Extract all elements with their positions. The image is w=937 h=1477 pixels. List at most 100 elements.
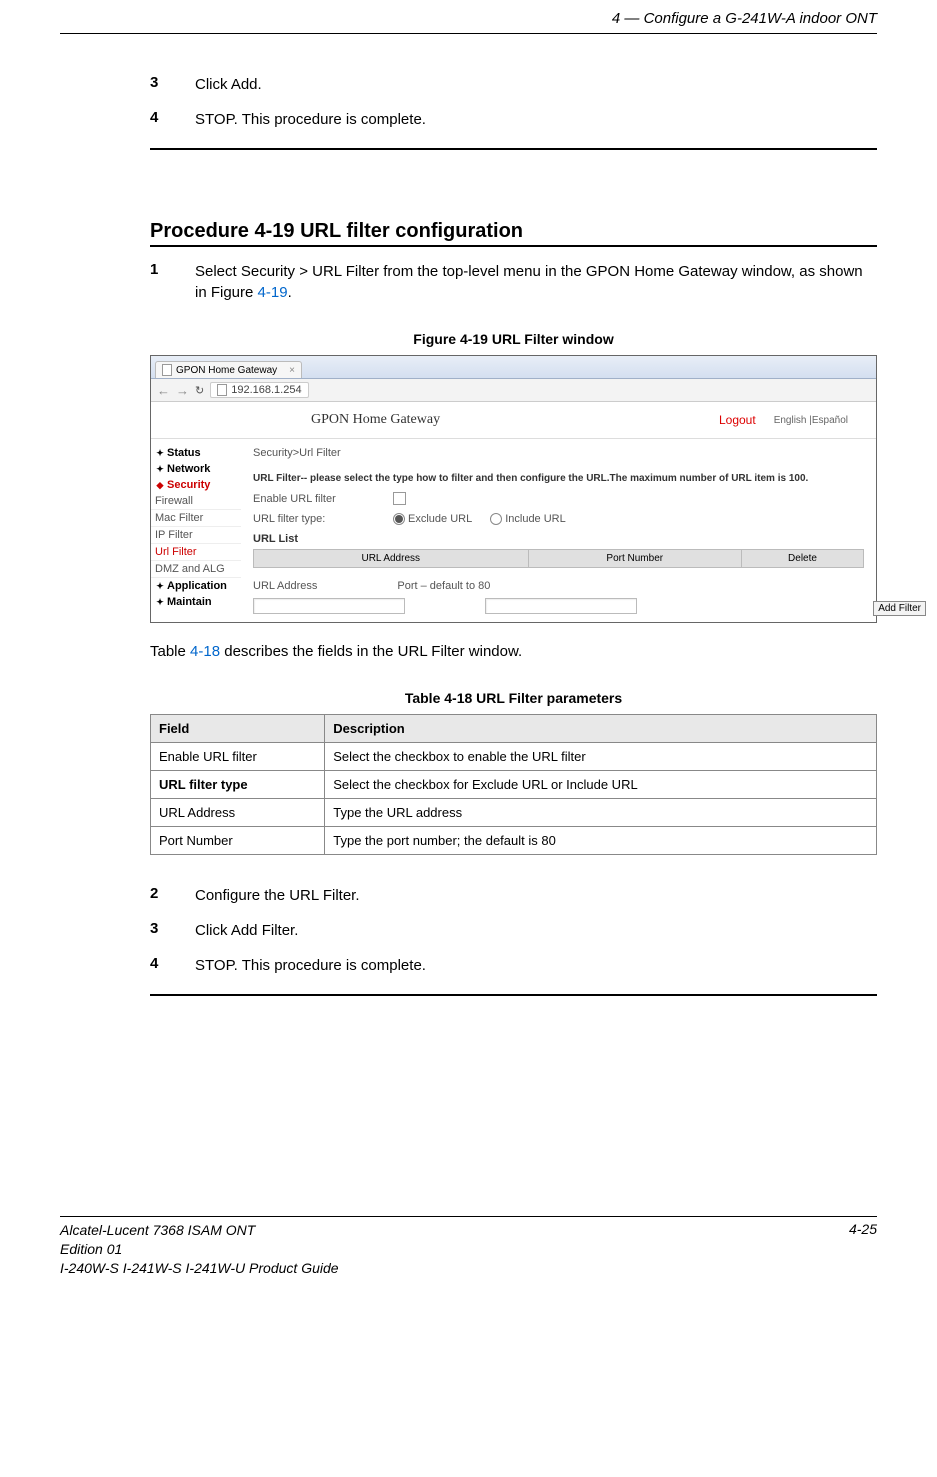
url-address-label: URL Address	[253, 580, 317, 592]
figure-screenshot: GPON Home Gateway × ← → ↻ 192.168.1.254 …	[150, 355, 877, 623]
table-row: Enable URL filter Select the checkbox to…	[151, 743, 877, 771]
table-row: Port Number Type the port number; the de…	[151, 827, 877, 855]
table-row: URL Address Type the URL address	[151, 799, 877, 827]
sidebar-label: Network	[167, 463, 210, 475]
parameters-table: Field Description Enable URL filter Sele…	[150, 714, 877, 855]
footer-rule	[60, 1216, 877, 1217]
step-text-post: .	[288, 284, 292, 301]
procedure-rule	[150, 245, 877, 247]
cell-field: URL Address	[151, 799, 325, 827]
expand-icon[interactable]: ✦	[155, 581, 165, 592]
th-field: Field	[151, 715, 325, 743]
cell-field: Port Number	[151, 827, 325, 855]
sidebar-item-status[interactable]: ✦Status	[151, 445, 241, 461]
step-number: 3	[150, 920, 195, 941]
step-text: STOP. This procedure is complete.	[195, 109, 877, 130]
expand-icon[interactable]: ✦	[155, 464, 165, 475]
table-intro-post: describes the fields in the URL Filter w…	[220, 643, 522, 660]
sidebar-item-network[interactable]: ✦Network	[151, 461, 241, 477]
footer-line1: Alcatel-Lucent 7368 ISAM ONT	[60, 1221, 339, 1240]
address-bar: ← → ↻ 192.168.1.254	[151, 379, 876, 402]
sidebar-sub-firewall[interactable]: Firewall	[151, 493, 241, 510]
reload-icon[interactable]: ↻	[195, 384, 204, 397]
input-fields-row	[253, 598, 864, 614]
port-default-label: Port – default to 80	[397, 580, 490, 592]
cell-description: Type the URL address	[325, 799, 877, 827]
sidebar-item-security[interactable]: ◆Security	[151, 477, 241, 493]
forward-icon[interactable]: →	[176, 383, 189, 398]
cell-description: Type the port number; the default is 80	[325, 827, 877, 855]
step-text: Click Add Filter.	[195, 920, 877, 941]
exclude-radio[interactable]	[393, 513, 405, 525]
browser-tab[interactable]: GPON Home Gateway ×	[155, 361, 302, 378]
include-radio[interactable]	[490, 513, 502, 525]
cell-description: Select the checkbox to enable the URL fi…	[325, 743, 877, 771]
cell-field: URL filter type	[151, 771, 325, 799]
step-item: 3 Click Add Filter.	[150, 920, 877, 941]
expand-icon[interactable]: ✦	[155, 448, 165, 459]
sidebar-item-maintain[interactable]: ✦Maintain	[151, 594, 241, 610]
port-input[interactable]	[485, 598, 637, 614]
type-label: URL filter type:	[253, 513, 393, 525]
section-end-rule	[150, 148, 877, 150]
sidebar-sub-dmz[interactable]: DMZ and ALG	[151, 561, 241, 578]
cell-description: Select the checkbox for Exclude URL or I…	[325, 771, 877, 799]
sidebar-label: Status	[167, 447, 201, 459]
page-footer: Alcatel-Lucent 7368 ISAM ONT Edition 01 …	[0, 1216, 937, 1278]
url-address-input[interactable]	[253, 598, 405, 614]
sidebar-label: Application	[167, 580, 227, 592]
step-text: STOP. This procedure is complete.	[195, 955, 877, 976]
back-icon[interactable]: ←	[157, 383, 170, 398]
type-row: URL filter type: Exclude URL Include URL	[253, 513, 864, 525]
browser-tabbar: GPON Home Gateway ×	[151, 356, 876, 379]
table-xref-link[interactable]: 4-18	[190, 643, 220, 660]
figure-xref-link[interactable]: 4-19	[258, 284, 288, 301]
page-icon	[162, 364, 172, 376]
collapse-icon[interactable]: ◆	[155, 480, 165, 491]
sidebar-sub-ipfilter[interactable]: IP Filter	[151, 527, 241, 544]
th-port-number: Port Number	[528, 550, 742, 568]
cell-field: Enable URL filter	[151, 743, 325, 771]
enable-checkbox[interactable]	[393, 492, 406, 505]
th-url-address: URL Address	[254, 550, 529, 568]
header-rule	[60, 33, 877, 34]
language-selector[interactable]: English |Español	[774, 415, 848, 426]
step-text: Configure the URL Filter.	[195, 885, 877, 906]
step-item: 4 STOP. This procedure is complete.	[150, 109, 877, 130]
table-intro-text: Table 4-18 describes the fields in the U…	[150, 641, 877, 662]
close-icon[interactable]: ×	[289, 365, 295, 376]
table-intro-pre: Table	[150, 643, 190, 660]
step-item: 3 Click Add.	[150, 74, 877, 95]
figure-caption: Figure 4-19 URL Filter window	[150, 331, 877, 347]
sidebar-item-application[interactable]: ✦Application	[151, 578, 241, 594]
sidebar-label: Maintain	[167, 596, 212, 608]
step-text-pre: Select Security > URL Filter from the to…	[195, 263, 863, 301]
enable-label: Enable URL filter	[253, 493, 393, 505]
exclude-label: Exclude URL	[408, 513, 472, 525]
app-title: GPON Home Gateway	[311, 412, 440, 428]
step-text: Select Security > URL Filter from the to…	[195, 261, 877, 303]
page-icon	[217, 384, 227, 396]
url-list-label: URL List	[253, 533, 864, 545]
procedure-title: Procedure 4-19 URL filter configuration	[150, 220, 877, 243]
app-header: GPON Home Gateway Logout English |Españo…	[151, 402, 876, 439]
step-number: 2	[150, 885, 195, 906]
sidebar-sub-urlfilter[interactable]: Url Filter	[151, 544, 241, 561]
page-number: 4-25	[849, 1221, 877, 1278]
url-field[interactable]: 192.168.1.254	[210, 382, 308, 398]
main-panel: Security>Url Filter URL Filter-- please …	[241, 439, 876, 622]
step-number: 4	[150, 955, 195, 976]
footer-line2: Edition 01	[60, 1240, 339, 1259]
enable-row: Enable URL filter	[253, 492, 864, 505]
expand-icon[interactable]: ✦	[155, 597, 165, 608]
step-item: 4 STOP. This procedure is complete.	[150, 955, 877, 976]
table-row: URL filter type Select the checkbox for …	[151, 771, 877, 799]
th-description: Description	[325, 715, 877, 743]
sidebar-sub-macfilter[interactable]: Mac Filter	[151, 510, 241, 527]
section-end-rule	[150, 994, 877, 996]
table-caption: Table 4-18 URL Filter parameters	[150, 690, 877, 706]
logout-link[interactable]: Logout	[719, 413, 756, 427]
step-number: 4	[150, 109, 195, 130]
add-filter-button[interactable]: Add Filter	[873, 601, 926, 616]
th-delete: Delete	[742, 550, 864, 568]
